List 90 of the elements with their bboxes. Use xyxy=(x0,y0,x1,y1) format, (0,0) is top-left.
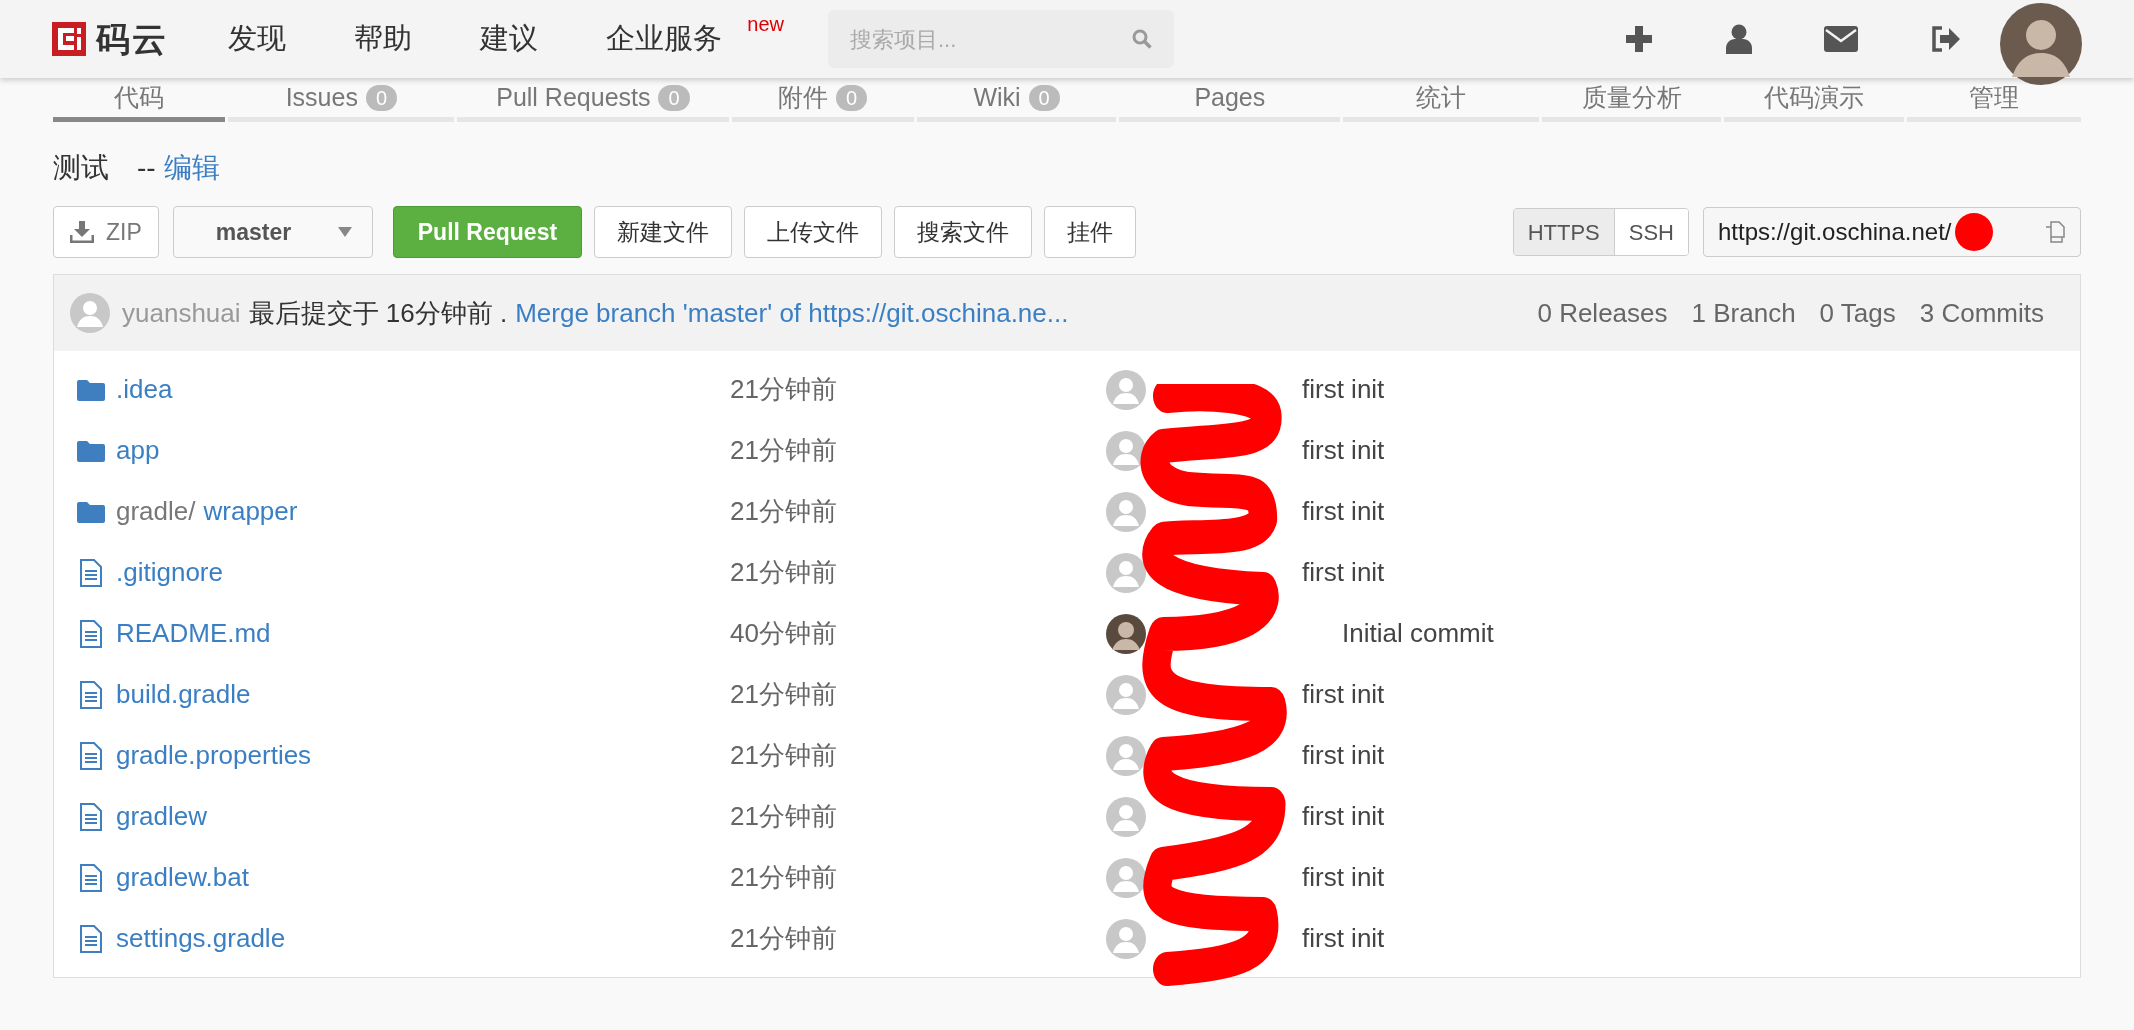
toolbar-button[interactable]: 挂件 xyxy=(1044,206,1137,258)
commit-message: first init xyxy=(1302,922,1385,955)
file-icon xyxy=(80,924,102,953)
count-badge: 0 xyxy=(836,84,868,111)
file-icon xyxy=(80,558,102,587)
nav-link[interactable]: 帮助 xyxy=(354,17,412,61)
commit-time: 21分钟前 xyxy=(730,434,838,467)
count-badge: 0 xyxy=(365,84,398,111)
repo-stat-link[interactable]: 3 Commits xyxy=(1919,293,2044,333)
logo-icon[interactable] xyxy=(52,22,86,56)
copy-icon[interactable] xyxy=(2044,221,2066,243)
commit-time: 21分钟前 xyxy=(730,373,838,406)
toolbar-button[interactable]: 搜索文件 xyxy=(894,206,1033,258)
tab[interactable]: Issues 0 xyxy=(228,78,455,122)
folder-icon xyxy=(77,500,105,523)
tab[interactable]: 统计 xyxy=(1343,78,1540,122)
tab[interactable]: Wiki 0 xyxy=(916,78,1117,122)
file-link[interactable]: settings.gradle xyxy=(116,919,286,958)
file-link[interactable]: build.gradle xyxy=(116,675,251,714)
commit-message-link[interactable]: Merge branch 'master' of https://git.oschina.ne... xyxy=(515,293,1069,333)
avatar-icon xyxy=(70,293,110,333)
commit-time: 21分钟前 xyxy=(730,861,838,894)
user-avatar[interactable] xyxy=(2000,3,2082,85)
file-link[interactable]: .gitignore xyxy=(116,553,223,592)
folder-icon xyxy=(77,439,105,462)
edit-link[interactable]: 编辑 xyxy=(163,147,220,189)
separator: -- xyxy=(137,151,156,185)
file-link[interactable]: gradlew xyxy=(116,797,208,836)
commit-message: first init xyxy=(1302,556,1385,589)
file-icon xyxy=(80,619,102,648)
download-icon xyxy=(70,221,94,243)
zip-button[interactable]: ZIP xyxy=(53,206,159,258)
protocol-tab[interactable]: SSH xyxy=(1613,209,1688,255)
protocol-tab[interactable]: HTTPS xyxy=(1513,209,1614,255)
file-link[interactable]: wrapper xyxy=(203,492,298,531)
commit-time: 21分钟前 xyxy=(730,556,838,589)
tab[interactable]: Pages xyxy=(1119,78,1341,122)
file-link[interactable]: .idea xyxy=(116,370,173,409)
file-link[interactable]: gradle.properties xyxy=(116,736,312,775)
commit-time: 21分钟前 xyxy=(730,800,838,833)
file-icon xyxy=(80,863,102,892)
file-icon xyxy=(80,802,102,831)
commit-message: first init xyxy=(1302,678,1385,711)
commit-message: first init xyxy=(1302,495,1385,528)
commit-message: first init xyxy=(1302,800,1385,833)
repo-stat-link[interactable]: 1 Branch xyxy=(1691,293,1796,333)
commit-message: first init xyxy=(1302,373,1385,406)
nav-link[interactable]: 发现 xyxy=(228,17,286,61)
commit-info: 最后提交于 16分钟前 . xyxy=(248,296,508,330)
logo-text[interactable]: 码云 xyxy=(96,13,168,65)
toolbar-button[interactable]: 新建文件 xyxy=(594,206,733,258)
nav-link[interactable]: 建议 xyxy=(480,17,538,61)
plus-icon[interactable] xyxy=(1624,24,1654,54)
tab[interactable]: 管理 xyxy=(1906,78,2081,122)
repo-stat-link[interactable]: 0 Releases xyxy=(1537,293,1668,333)
commit-time: 40分钟前 xyxy=(730,617,838,650)
tab[interactable]: Pull Requests 0 xyxy=(457,78,729,122)
count-badge: 0 xyxy=(1028,84,1060,111)
user-icon[interactable] xyxy=(1726,24,1752,54)
folder-icon xyxy=(77,378,105,401)
commit-time: 21分钟前 xyxy=(730,678,838,711)
tab[interactable]: 代码 xyxy=(53,78,226,122)
path-prefix: gradle/ xyxy=(116,495,196,528)
clone-url-field[interactable]: https://git.oschina.net/ xyxy=(1703,207,2081,257)
pull-request-button[interactable]: Pull Request xyxy=(392,206,583,258)
commit-time: 21分钟前 xyxy=(730,922,838,955)
new-label: new xyxy=(747,12,784,38)
tab[interactable]: 质量分析 xyxy=(1542,78,1722,122)
file-link[interactable]: gradlew.bat xyxy=(116,858,249,897)
repo-stat-link[interactable]: 0 Tags xyxy=(1819,293,1896,333)
commit-message: Initial commit xyxy=(1342,617,1494,650)
tab[interactable]: 附件 0 xyxy=(731,78,914,122)
file-icon xyxy=(80,680,102,709)
branch-dropdown[interactable]: master xyxy=(172,206,373,258)
commit-message: first init xyxy=(1302,434,1385,467)
author-name[interactable]: yuanshuai xyxy=(122,293,241,333)
logout-icon[interactable] xyxy=(1930,25,1960,53)
caret-icon xyxy=(337,227,352,237)
commit-message: first init xyxy=(1302,739,1385,772)
mail-icon[interactable] xyxy=(1824,26,1858,52)
count-badge: 0 xyxy=(658,84,690,111)
tab[interactable]: 代码演示 xyxy=(1724,78,1904,122)
commit-message: first init xyxy=(1302,861,1385,894)
repo-title: 测试 xyxy=(53,151,109,185)
commit-time: 21分钟前 xyxy=(730,495,838,528)
file-link[interactable]: app xyxy=(116,431,160,470)
commit-time: 21分钟前 xyxy=(730,739,838,772)
file-icon xyxy=(80,741,102,770)
file-link[interactable]: README.md xyxy=(116,614,271,653)
toolbar-button[interactable]: 上传文件 xyxy=(744,206,883,258)
